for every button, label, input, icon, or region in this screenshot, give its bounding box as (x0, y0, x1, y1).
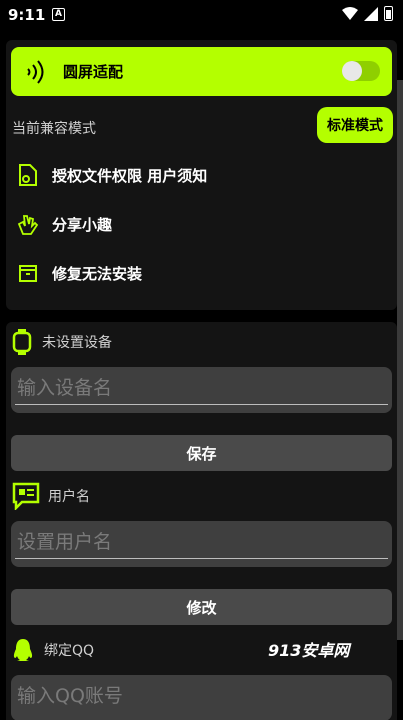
qq-field[interactable] (11, 675, 392, 720)
device-name-input[interactable] (17, 373, 387, 403)
menu-item-label: 修复无法安装 (52, 264, 143, 283)
save-button[interactable]: 保存 (11, 435, 392, 471)
battery-icon (384, 6, 393, 21)
sound-wave-icon (27, 60, 44, 84)
signal-icon (364, 6, 378, 21)
file-permission-icon (16, 163, 40, 187)
qq-section-header: 绑定QQ (12, 637, 94, 663)
device-section-header: 未设置设备 (12, 328, 112, 356)
chat-profile-icon (12, 482, 40, 510)
status-bar: 9:11 A (0, 0, 403, 32)
device-label: 未设置设备 (42, 335, 112, 351)
scrollbar[interactable] (397, 80, 403, 640)
settings-card: 圆屏适配 当前兼容模式 标准模式 授权文件权限 用户须知 分享小趣 修复无法安装 (6, 40, 397, 310)
compat-mode-label: 当前兼容模式 (12, 121, 96, 137)
status-time: 9:11 (8, 6, 46, 24)
menu-item-label: 分享小趣 (52, 215, 113, 234)
standard-mode-button[interactable]: 标准模式 (317, 107, 393, 143)
qq-penguin-icon (13, 639, 33, 661)
menu-item-repair-install[interactable]: 修复无法安装 (16, 258, 142, 288)
menu-item-label: 授权文件权限 用户须知 (52, 166, 208, 185)
username-input[interactable] (17, 527, 387, 557)
round-screen-toggle[interactable] (342, 61, 380, 81)
package-repair-icon (16, 261, 40, 285)
input-underline (15, 404, 388, 405)
notification-a-icon: A (52, 8, 65, 21)
watermark: 913安卓网 (268, 641, 350, 660)
menu-item-file-permission[interactable]: 授权文件权限 用户须知 (16, 160, 207, 190)
toggle-knob (342, 61, 362, 81)
status-icons (342, 6, 393, 21)
username-label: 用户名 (48, 489, 90, 505)
round-screen-banner[interactable]: 圆屏适配 (11, 47, 392, 96)
qq-input[interactable] (17, 681, 387, 711)
input-underline (15, 558, 388, 559)
device-name-field[interactable] (11, 367, 392, 413)
qq-label: 绑定QQ (44, 643, 95, 659)
username-field[interactable] (11, 521, 392, 567)
clap-hands-icon (16, 212, 40, 236)
menu-item-share[interactable]: 分享小趣 (16, 209, 112, 239)
wifi-icon (342, 7, 358, 20)
username-section-header: 用户名 (12, 482, 90, 510)
watch-icon (12, 329, 32, 355)
modify-button[interactable]: 修改 (11, 589, 392, 625)
round-screen-title: 圆屏适配 (63, 63, 124, 81)
